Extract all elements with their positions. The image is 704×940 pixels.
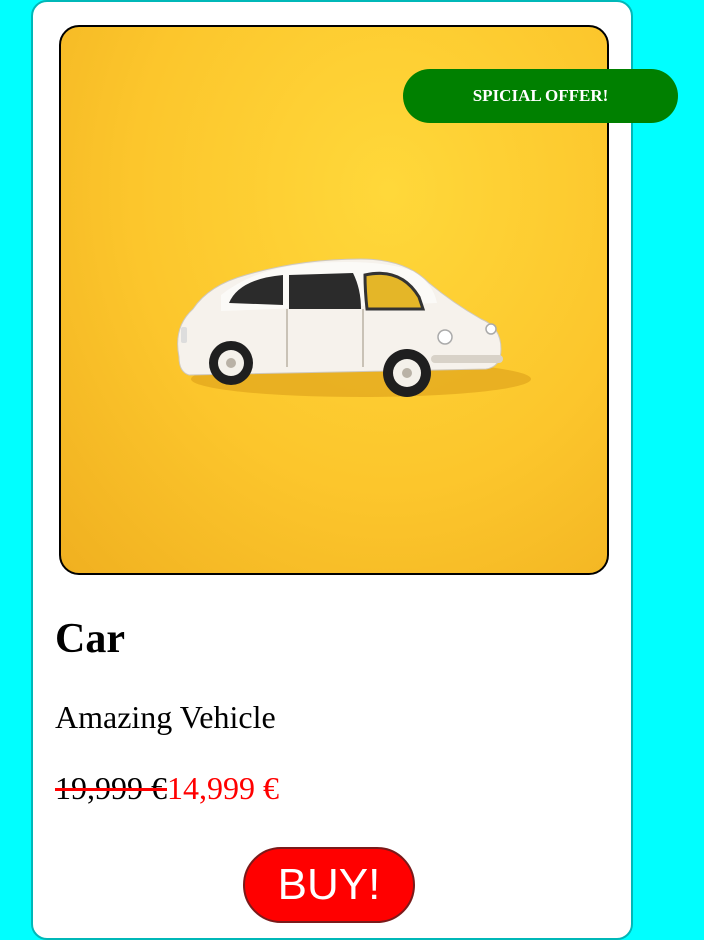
product-title: Car: [55, 616, 125, 662]
new-price: 14,999 €: [167, 770, 279, 806]
product-subtitle: Amazing Vehicle: [55, 699, 276, 735]
special-offer-badge: SPICIAL OFFER!: [403, 69, 678, 123]
price-row: 19,999 €14,999 €: [55, 766, 279, 810]
product-card: SPICIAL OFFER! Car Amazing Vehicle 19,99…: [31, 0, 678, 940]
old-price: 19,999 €: [55, 770, 167, 806]
buy-button[interactable]: BUY!: [243, 847, 415, 923]
